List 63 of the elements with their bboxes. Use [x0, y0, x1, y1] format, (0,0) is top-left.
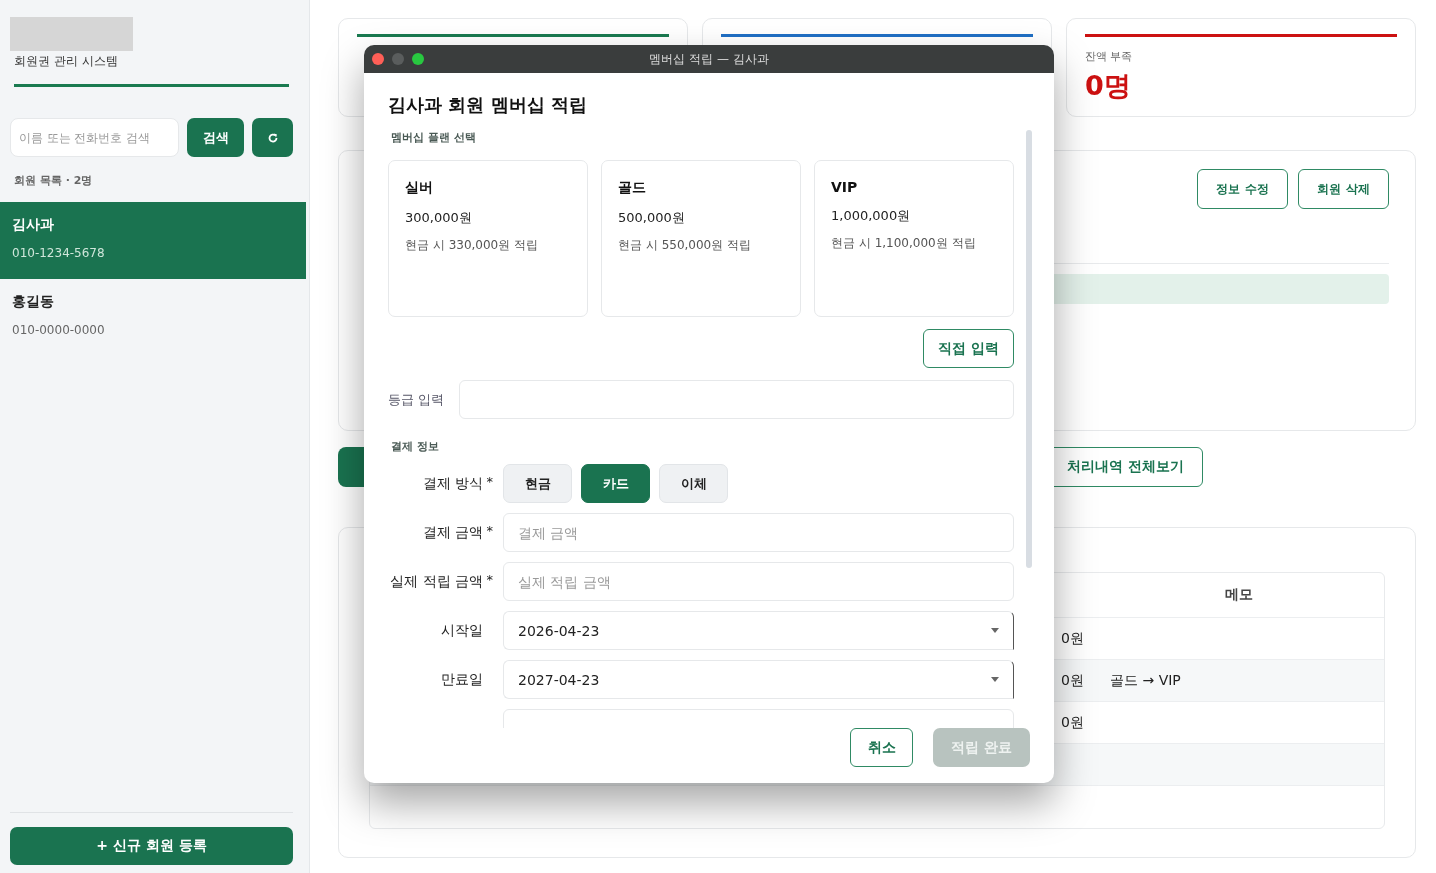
- table-cell: 골드 → VIP: [1110, 671, 1181, 688]
- app-title: 회원권 관리 시스템: [14, 53, 119, 70]
- plan-price: 300,000원: [405, 209, 473, 227]
- stat-value: 0명: [1085, 69, 1132, 103]
- plan-card[interactable]: 실버 300,000원 현금 시 330,000원 적립: [388, 160, 588, 317]
- table-cell: 0원: [1061, 713, 1084, 730]
- member-name: 홍길동: [12, 293, 55, 311]
- stat-label: 잔액 부족: [1085, 49, 1134, 64]
- field-label: 등급 입력: [388, 390, 446, 409]
- refresh-button[interactable]: [252, 118, 293, 157]
- minimize-icon[interactable]: [392, 53, 404, 65]
- close-icon[interactable]: [372, 53, 384, 65]
- maximize-icon[interactable]: [412, 53, 424, 65]
- custom-input-button[interactable]: 직접 입력: [923, 329, 1014, 368]
- scrollbar-thumb[interactable]: [1026, 130, 1032, 568]
- plan-price: 1,000,000원: [831, 207, 912, 225]
- table-cell: 0원: [1061, 671, 1084, 688]
- member-count: 회원 목록 · 2명: [14, 173, 94, 188]
- caret-icon: [991, 677, 999, 682]
- new-member-button[interactable]: + 신규 회원 등록: [10, 827, 293, 865]
- member-item[interactable]: 김사과 010-1234-5678: [0, 202, 306, 279]
- column-header: 메모: [1224, 586, 1254, 604]
- plan-bonus: 현금 시 330,000원 적립: [405, 237, 540, 254]
- field-label: 결제 금액: [421, 523, 483, 542]
- payment-option[interactable]: 카드: [581, 464, 650, 503]
- field-label: 결제 방식: [421, 474, 483, 493]
- plan-bonus: 현금 시 550,000원 적립: [618, 237, 753, 254]
- plan-name: 실버: [405, 179, 434, 197]
- plan-card[interactable]: 골드 500,000원 현금 시 550,000원 적립: [601, 160, 801, 317]
- plan-card[interactable]: VIP 1,000,000원 현금 시 1,100,000원 적립: [814, 160, 1014, 317]
- plan-name: 골드: [618, 179, 647, 197]
- grade-input-field[interactable]: [459, 380, 1014, 419]
- member-item[interactable]: 홍길동 010-0000-0000: [0, 279, 309, 356]
- table-cell: 0원: [1061, 629, 1084, 646]
- section-label: 멤버십 플랜 선택: [391, 130, 477, 145]
- field-label: 실제 적립 금액: [389, 572, 483, 591]
- field-label: 만료일: [440, 670, 483, 689]
- payment-option[interactable]: 이체: [659, 464, 728, 503]
- payment-option[interactable]: 현금: [503, 464, 572, 503]
- date-field[interactable]: 2026-04-23: [503, 611, 1014, 650]
- search-field[interactable]: 이름 또는 전화번호 검색: [10, 118, 179, 157]
- refresh-icon: [266, 131, 279, 144]
- window-title: 멤버십 적립 — 김사과: [649, 50, 769, 68]
- member-phone: 010-0000-0000: [12, 323, 106, 337]
- dialog-heading: 김사과 회원 멤버십 적립: [388, 93, 588, 117]
- date-field[interactable]: 2027-04-23: [503, 660, 1014, 699]
- plan-price: 500,000원: [618, 209, 686, 227]
- required-mark: *: [486, 523, 493, 538]
- amount-field[interactable]: 실제 적립 금액: [503, 562, 1014, 601]
- member-name: 김사과: [12, 216, 55, 234]
- caret-icon: [991, 628, 999, 633]
- plan-bonus: 현금 시 1,100,000원 적립: [831, 235, 977, 252]
- section-label: 결제 정보: [391, 439, 440, 454]
- member-phone: 010-1234-5678: [12, 246, 106, 260]
- cancel-button[interactable]: 취소: [850, 728, 913, 767]
- amount-field[interactable]: 결제 금액: [503, 513, 1014, 552]
- detail-button[interactable]: 회원 삭제: [1298, 169, 1389, 209]
- detail-button[interactable]: 정보 수정: [1197, 169, 1288, 209]
- field-label: 시작일: [440, 621, 483, 640]
- search-button[interactable]: 검색: [187, 118, 244, 157]
- required-mark: *: [486, 474, 493, 489]
- required-mark: *: [486, 572, 493, 587]
- plan-name: VIP: [831, 179, 859, 195]
